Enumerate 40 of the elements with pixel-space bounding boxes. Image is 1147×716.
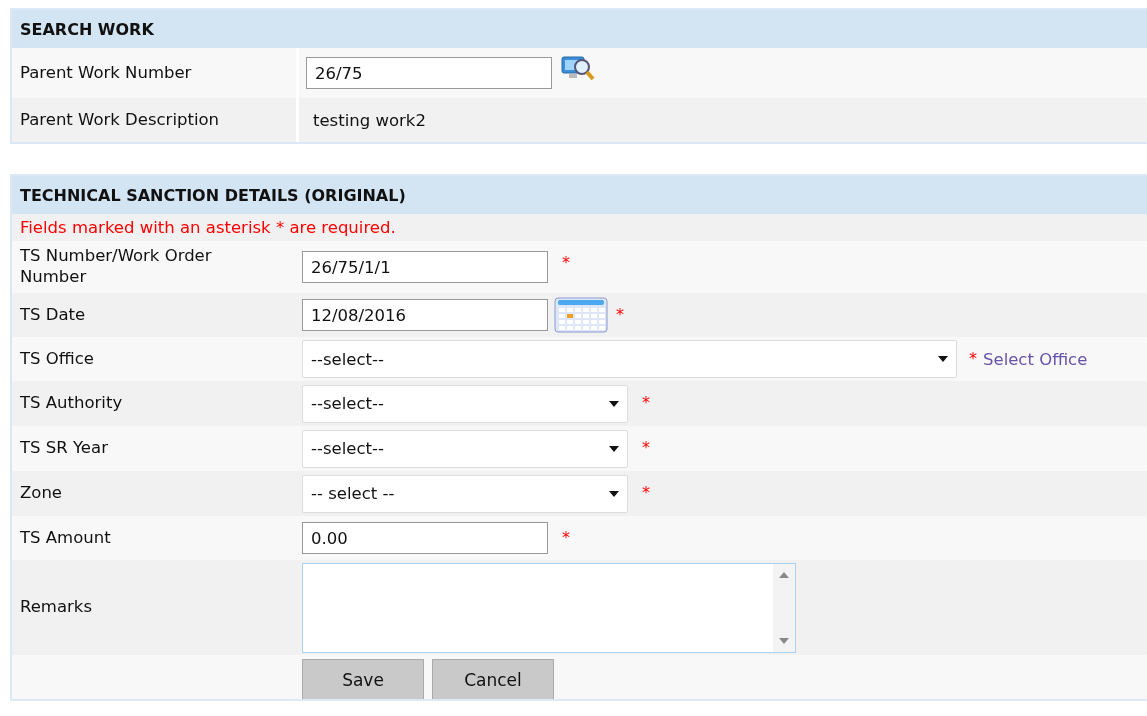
dropdown-caret-icon: [609, 400, 619, 407]
required-notice: Fields marked with an asterisk * are required.: [12, 214, 1147, 241]
select-dropdown[interactable]: --select--: [302, 384, 628, 423]
scrollbar[interactable]: [773, 563, 795, 652]
required-asterisk: *: [642, 393, 650, 412]
field-label: TS SR Year: [19, 438, 109, 459]
field-value: testing work2: [313, 110, 426, 130]
required-asterisk: *: [642, 483, 650, 502]
scroll-up-arrow-icon[interactable]: [779, 571, 789, 578]
date-field[interactable]: 12/08/2016: [302, 299, 548, 331]
required-asterisk: *: [616, 305, 624, 324]
field-label: TS Office: [19, 348, 95, 370]
field-label: TS Date: [19, 304, 87, 326]
field-label: TS Authority: [19, 393, 124, 414]
panel-title: TECHNICAL SANCTION DETAILS (ORIGINAL): [12, 176, 1147, 214]
text-field[interactable]: 26/75/1/1: [302, 251, 548, 283]
dropdown-caret-icon: [609, 490, 619, 497]
work-number-field[interactable]: 26/75: [306, 57, 552, 89]
text-field[interactable]: 0.00: [302, 522, 548, 554]
dropdown-caret-icon: [609, 445, 619, 452]
select-dropdown[interactable]: --select--: [302, 340, 957, 378]
required-asterisk: *: [642, 438, 650, 457]
calendar-icon[interactable]: [554, 297, 610, 333]
select-dropdown[interactable]: -- select --: [302, 474, 628, 513]
select-office-link[interactable]: Select Office: [983, 349, 1088, 369]
field-label: TS Amount: [19, 527, 112, 549]
required-asterisk: *: [562, 253, 570, 272]
field-label: Parent Work Number: [19, 62, 193, 84]
field-label: Zone: [19, 483, 63, 504]
dropdown-caret-icon: [938, 356, 948, 362]
scroll-down-arrow-icon[interactable]: [779, 637, 789, 644]
cancel-button[interactable]: Cancel: [432, 659, 554, 699]
field-label: TS Number/Work Order Number: [19, 246, 213, 288]
required-asterisk: *: [969, 349, 977, 368]
select-dropdown[interactable]: --select--: [302, 429, 628, 468]
save-button[interactable]: Save: [302, 659, 424, 699]
panel-title: SEARCH WORK: [12, 10, 1147, 48]
required-asterisk: *: [562, 528, 570, 547]
field-label: Parent Work Description: [19, 109, 221, 131]
field-label: Remarks: [19, 597, 93, 618]
